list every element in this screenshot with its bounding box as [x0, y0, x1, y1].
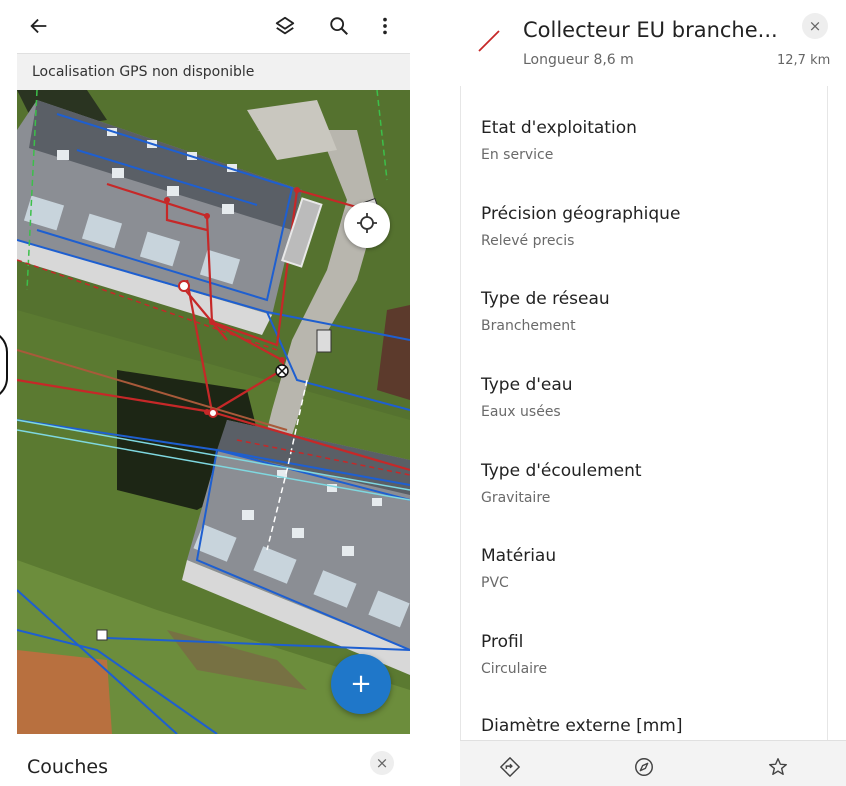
add-feature-button[interactable]: + — [331, 654, 391, 714]
layers-icon[interactable] — [267, 8, 303, 44]
locate-button[interactable] — [344, 202, 390, 248]
attribute-item: Type d'écoulement Gravitaire — [481, 461, 642, 506]
attribute-label: Type d'eau — [481, 375, 573, 395]
feature-title: Collecteur EU branche... — [523, 18, 778, 42]
feature-action-bar — [460, 740, 846, 786]
attribute-list[interactable]: Etat d'exploitation En service Précision… — [460, 86, 828, 740]
arrow-left-icon[interactable] — [21, 8, 57, 44]
aerial-map[interactable] — [17, 90, 410, 734]
close-icon: × — [808, 17, 822, 35]
attribute-label: Matériau — [481, 546, 557, 566]
feature-distance: 12,7 km — [777, 53, 831, 68]
map-view[interactable] — [17, 90, 410, 734]
gps-status-bar: Localisation GPS non disponible — [17, 53, 410, 90]
attribute-label: Précision géographique — [481, 204, 681, 224]
manhole-icon[interactable] — [275, 364, 289, 378]
attribute-item: Type de réseau Branchement — [481, 289, 610, 334]
layers-panel: Couches × — [17, 734, 410, 786]
feature-close-button[interactable]: × — [802, 13, 828, 39]
close-icon: × — [375, 754, 389, 772]
attribute-value: Gravitaire — [481, 490, 551, 506]
attribute-label: Type de réseau — [481, 289, 610, 309]
attribute-item: Etat d'exploitation En service — [481, 118, 637, 163]
star-icon[interactable] — [766, 755, 790, 779]
attribute-item: Profil Circulaire — [481, 632, 547, 677]
map-toolbar — [17, 0, 410, 52]
attribute-value: Eaux usées — [481, 404, 561, 420]
attribute-value: Relevé precis — [481, 233, 575, 249]
gps-status-text: Localisation GPS non disponible — [32, 64, 255, 80]
attribute-item: Diamètre externe [mm] — [481, 716, 682, 740]
plus-icon: + — [350, 669, 372, 699]
layers-panel-close-button[interactable]: × — [370, 751, 394, 775]
more-vert-icon[interactable] — [367, 8, 403, 44]
attribute-item: Type d'eau Eaux usées — [481, 375, 573, 420]
layers-panel-title: Couches — [27, 756, 109, 778]
attribute-label: Profil — [481, 632, 524, 652]
attribute-item: Matériau PVC — [481, 546, 556, 591]
attribute-value: PVC — [481, 575, 509, 591]
offscreen-control-edge — [0, 330, 8, 400]
line-feature-icon — [476, 28, 502, 58]
attribute-label: Type d'écoulement — [481, 461, 642, 481]
attribute-value: Branchement — [481, 318, 576, 334]
search-icon[interactable] — [321, 8, 357, 44]
attribute-value: Circulaire — [481, 661, 548, 677]
directions-icon[interactable] — [498, 755, 522, 779]
feature-header: Collecteur EU branche... Longueur 8,6 m … — [460, 0, 846, 86]
attribute-value: En service — [481, 147, 554, 163]
attribute-item: Précision géographique Relevé precis — [481, 204, 680, 249]
feature-detail-screen: Collecteur EU branche... Longueur 8,6 m … — [460, 0, 846, 786]
compass-icon[interactable] — [632, 755, 656, 779]
attribute-label: Etat d'exploitation — [481, 118, 637, 138]
crosshair-icon — [355, 211, 379, 239]
map-screen: Localisation GPS non disponible + Couche… — [17, 0, 410, 786]
feature-length: Longueur 8,6 m — [523, 52, 634, 68]
attribute-label: Diamètre externe [mm] — [481, 716, 683, 736]
